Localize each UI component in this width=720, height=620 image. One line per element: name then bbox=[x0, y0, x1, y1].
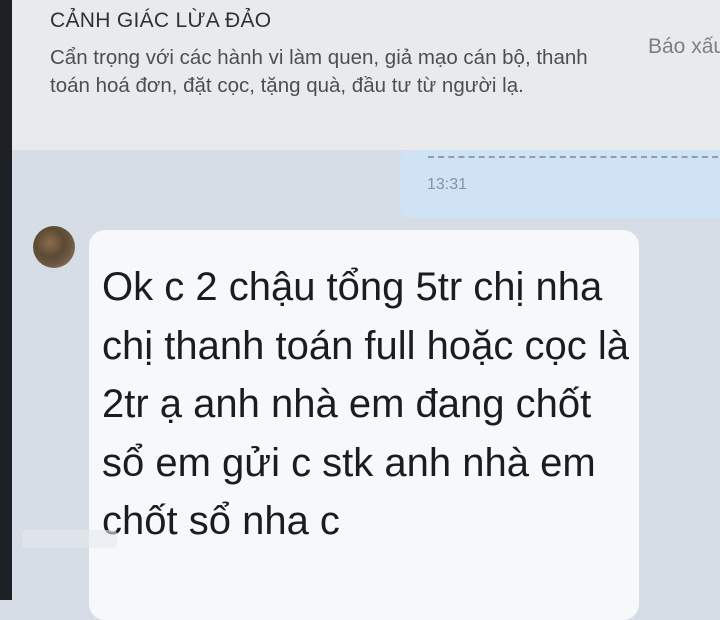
cropped-message-text bbox=[428, 156, 718, 160]
incoming-message-bubble[interactable]: Ok c 2 chậu tổng 5tr chị nha chị thanh t… bbox=[89, 230, 639, 620]
sender-avatar[interactable] bbox=[33, 226, 75, 268]
decorative-highlight bbox=[22, 530, 117, 548]
report-button[interactable]: Báo xấu bbox=[648, 35, 720, 59]
warning-title: CẢNH GIÁC LỪA ĐẢO bbox=[50, 9, 272, 32]
warning-body: Cẩn trọng với các hành vi làm quen, giả … bbox=[50, 46, 588, 97]
scam-warning-banner: CẢNH GIÁC LỪA ĐẢO Cẩn trọng với các hành… bbox=[12, 0, 720, 150]
message-timestamp: 13:31 bbox=[427, 176, 468, 193]
screen-edge bbox=[0, 0, 12, 600]
previous-message-bubble[interactable]: 13:31 bbox=[400, 150, 720, 218]
incoming-message-text: Ok c 2 chậu tổng 5tr chị nha chị thanh t… bbox=[102, 265, 630, 543]
